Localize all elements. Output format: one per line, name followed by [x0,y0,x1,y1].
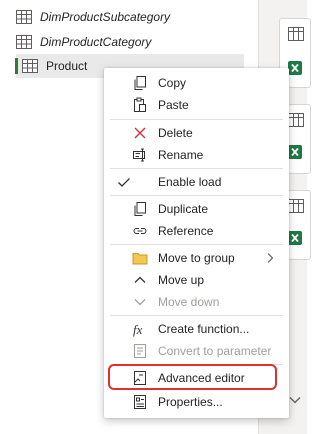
rename-icon [133,148,145,162]
menu-label: Move down [158,295,220,309]
menu-separator [110,195,283,196]
menu-label: Create function... [158,322,250,336]
menu-item-delete[interactable]: Delete [104,122,289,144]
svg-text:fx: fx [133,322,143,337]
query-label: DimProductCategory [40,35,152,49]
chevron-down-icon[interactable] [289,396,301,404]
menu-item-properties[interactable]: Properties... [104,391,289,413]
parameter-icon [134,344,146,358]
link-icon [133,228,147,234]
menu-separator [110,244,283,245]
menu-label: Move to group [158,251,235,265]
menu-label: Rename [158,148,204,162]
excel-icon [288,61,302,75]
query-label: DimProductSubcategory [40,10,171,24]
function-icon: fx [133,322,143,337]
menu-label: Enable load [158,175,222,189]
menu-label: Move up [158,273,205,287]
menu-label: Delete [158,126,193,140]
menu-separator [110,119,283,120]
properties-icon [134,395,146,409]
excel-icon [288,145,302,159]
menu-item-duplicate[interactable]: Duplicate [104,198,289,220]
highlight-annotation [108,364,277,390]
chevron-up-icon [134,276,146,283]
menu-label: Reference [158,224,214,238]
menu-label: Convert to parameter [158,344,272,358]
table-icon [288,113,304,127]
menu-separator [110,168,283,169]
delete-icon [134,127,146,139]
menu-item-rename[interactable]: Rename [104,144,289,166]
table-icon [16,35,32,49]
chevron-down-icon [134,299,146,306]
excel-icon [288,231,302,245]
checkmark-icon [118,178,130,187]
menu-label: Properties... [158,395,223,409]
menu-item-enable-load[interactable]: Enable load [104,171,289,193]
duplicate-icon [134,202,146,216]
table-icon [22,59,38,73]
paste-icon [134,97,146,112]
menu-item-move-down: Move down [104,291,289,313]
query-item-dimproductsubcategory[interactable]: DimProductSubcategory [16,5,242,29]
menu-item-move-up[interactable]: Move up [104,269,289,291]
copy-icon [134,76,146,90]
query-item-dimproductcategory[interactable]: DimProductCategory [16,30,242,54]
selection-indicator [15,58,18,74]
menu-label: Paste [158,98,189,112]
table-icon [288,199,304,213]
menu-label: Duplicate [158,202,209,216]
folder-icon [132,253,148,265]
menu-item-create-function[interactable]: fx Create function... [104,318,289,340]
menu-item-convert-to-parameter: Convert to parameter [104,340,289,362]
context-menu: Copy Paste Delete Rename Enable load Dup… [104,68,289,418]
query-label: Product [46,59,88,73]
menu-separator [110,315,283,316]
menu-item-paste[interactable]: Paste [104,94,289,116]
table-icon [288,27,304,41]
menu-item-reference[interactable]: Reference [104,220,289,242]
chevron-right-icon [267,253,274,263]
table-icon [16,10,32,24]
menu-item-copy[interactable]: Copy [104,72,289,94]
menu-item-move-to-group[interactable]: Move to group [104,247,289,269]
menu-label: Copy [158,76,187,90]
